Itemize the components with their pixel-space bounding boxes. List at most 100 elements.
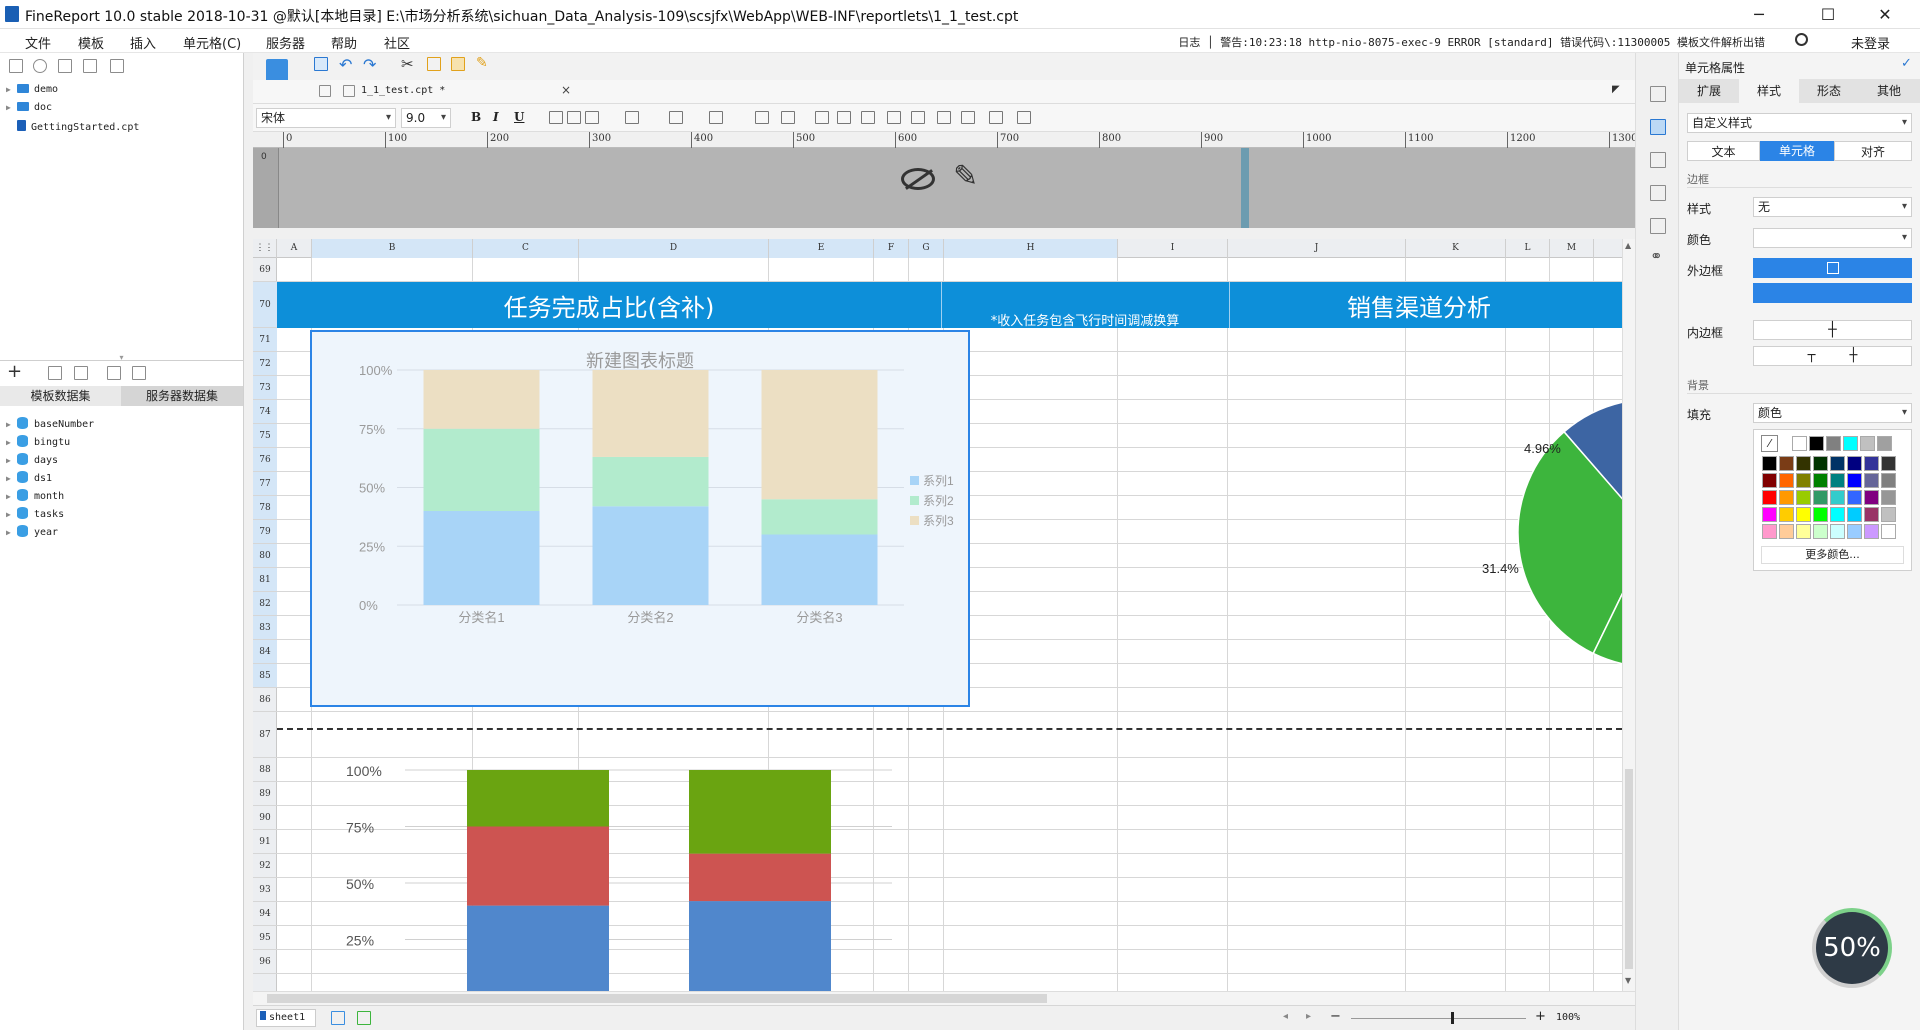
- menu-insert[interactable]: 插入: [130, 33, 156, 52]
- scroll-up-icon[interactable]: ▲: [1625, 241, 1631, 250]
- column-header-G[interactable]: G: [909, 239, 944, 258]
- border-color-select[interactable]: ▾: [1753, 228, 1912, 248]
- refresh-icon[interactable]: [33, 59, 47, 73]
- color-swatch[interactable]: [1796, 490, 1811, 505]
- more-colors-button[interactable]: 更多颜色...: [1761, 546, 1904, 564]
- row-header-81[interactable]: 81: [253, 568, 277, 592]
- widget-icon[interactable]: [1650, 185, 1666, 201]
- tab-form[interactable]: 形态: [1799, 79, 1859, 103]
- menu-cell[interactable]: 单元格(C): [183, 33, 241, 52]
- border-style-select[interactable]: 无 ▾: [1753, 197, 1912, 217]
- search-icon[interactable]: [1795, 33, 1808, 46]
- color-swatch[interactable]: [1847, 507, 1862, 522]
- scroll-down-icon[interactable]: ▼: [1625, 976, 1631, 985]
- expand-icon[interactable]: ▶: [6, 85, 14, 94]
- tab-template-datasets[interactable]: 模板数据集: [0, 386, 121, 406]
- color-swatch[interactable]: [1779, 456, 1794, 471]
- cell-element-icon[interactable]: [1650, 152, 1666, 168]
- row-header-74[interactable]: 74: [253, 400, 277, 424]
- outer-border-all-button[interactable]: [1753, 258, 1912, 278]
- row-header-84[interactable]: 84: [253, 640, 277, 664]
- split-icon[interactable]: [781, 111, 795, 124]
- underline-button[interactable]: U: [514, 110, 524, 124]
- pin-icon[interactable]: ✓: [1901, 56, 1912, 71]
- preview-icon[interactable]: [107, 366, 121, 380]
- column-header-M[interactable]: M: [1550, 239, 1594, 258]
- expand-icon[interactable]: ▶: [6, 456, 14, 465]
- color-swatch[interactable]: [1847, 524, 1862, 539]
- column-header-B[interactable]: B: [312, 239, 473, 258]
- tree-item-demo[interactable]: ▶ demo: [6, 84, 58, 95]
- image-icon[interactable]: [937, 111, 951, 124]
- corner-cell[interactable]: ⋮⋮: [253, 239, 277, 258]
- tab-style[interactable]: 样式: [1739, 79, 1799, 103]
- column-header-C[interactable]: C: [473, 239, 579, 258]
- expand-icon[interactable]: ▶: [6, 492, 14, 501]
- row-header-89[interactable]: 89: [253, 782, 277, 806]
- row-header-73[interactable]: 73: [253, 376, 277, 400]
- row-header-83[interactable]: 83: [253, 616, 277, 640]
- inner-border-button[interactable]: ┼: [1753, 320, 1912, 340]
- cut-icon[interactable]: ✂: [401, 55, 414, 73]
- color-swatch[interactable]: [1881, 507, 1896, 522]
- color-swatch[interactable]: [1813, 473, 1828, 488]
- rename-icon[interactable]: [83, 59, 97, 73]
- color-swatch[interactable]: [1762, 507, 1777, 522]
- column-header-E[interactable]: E: [769, 239, 874, 258]
- color-swatch[interactable]: [1779, 490, 1794, 505]
- row-header-80[interactable]: 80: [253, 544, 277, 568]
- edit-pencil-icon[interactable]: ✎: [953, 162, 978, 192]
- row-header-70[interactable]: 70: [253, 282, 277, 328]
- color-swatch[interactable]: [1779, 507, 1794, 522]
- row-header-76[interactable]: 76: [253, 448, 277, 472]
- color-swatch[interactable]: [1762, 456, 1777, 471]
- row-header-90[interactable]: 90: [253, 806, 277, 830]
- color-swatch[interactable]: [1860, 436, 1875, 451]
- dataset-item[interactable]: ▶ baseNumber: [6, 417, 94, 430]
- row-header-69[interactable]: 69: [253, 258, 277, 282]
- dataset-item[interactable]: ▶ year: [6, 525, 58, 538]
- color-swatch[interactable]: [1792, 436, 1807, 451]
- border-icon[interactable]: [625, 111, 639, 124]
- panel-toggle-icon[interactable]: [1650, 86, 1666, 102]
- minimize-button[interactable]: ─: [1736, 0, 1782, 29]
- zoom-progress-circle[interactable]: 50%: [1812, 908, 1892, 988]
- copy-icon[interactable]: [427, 57, 441, 71]
- color-swatch[interactable]: [1762, 473, 1777, 488]
- fill-type-select[interactable]: 颜色 ▾: [1753, 403, 1912, 423]
- zoom-in-button[interactable]: +: [1535, 1009, 1546, 1024]
- row-header-95[interactable]: 95: [253, 926, 277, 950]
- font-size-select[interactable]: 9.0 ▾: [401, 108, 451, 128]
- horizontal-scrollbar[interactable]: [253, 991, 1635, 1005]
- text-icon[interactable]: [837, 111, 851, 124]
- row-header-75[interactable]: 75: [253, 424, 277, 448]
- fill-color-icon[interactable]: [669, 111, 683, 124]
- dataset-item[interactable]: ▶ ds1: [6, 471, 52, 484]
- tree-item-doc[interactable]: ▶ doc: [6, 102, 52, 113]
- open-icon[interactable]: [58, 59, 72, 73]
- add-sheet-icon[interactable]: [331, 1011, 345, 1025]
- zoom-slider[interactable]: [1351, 1018, 1526, 1019]
- status-message[interactable]: 日志 │ 警告:10:23:18 http-nio-8075-exec-9 ER…: [1178, 34, 1765, 50]
- color-swatch[interactable]: [1779, 524, 1794, 539]
- row-header-96[interactable]: 96: [253, 950, 277, 974]
- redo-icon[interactable]: ↷: [363, 55, 376, 74]
- dataset-item[interactable]: ▶ days: [6, 453, 58, 466]
- align-left-icon[interactable]: [549, 111, 563, 124]
- add-dashboard-icon[interactable]: [357, 1011, 371, 1025]
- column-header-A[interactable]: A: [277, 239, 312, 258]
- color-swatch[interactable]: [1847, 490, 1862, 505]
- undo-icon[interactable]: ↶: [339, 55, 352, 74]
- add-dataset-button[interactable]: +: [7, 363, 22, 381]
- vertical-scrollbar[interactable]: ▲ ▼: [1622, 239, 1635, 991]
- column-header-D[interactable]: D: [579, 239, 769, 258]
- tab-other[interactable]: 其他: [1859, 79, 1919, 103]
- row-header-82[interactable]: 82: [253, 592, 277, 616]
- maximize-button[interactable]: ☐: [1805, 0, 1851, 29]
- row-header-94[interactable]: 94: [253, 902, 277, 926]
- delete-icon[interactable]: [110, 59, 124, 73]
- new-folder-icon[interactable]: [9, 59, 23, 73]
- chart-icon[interactable]: [911, 111, 925, 124]
- align-right-icon[interactable]: [585, 111, 599, 124]
- zoom-out-button[interactable]: −: [1330, 1009, 1341, 1024]
